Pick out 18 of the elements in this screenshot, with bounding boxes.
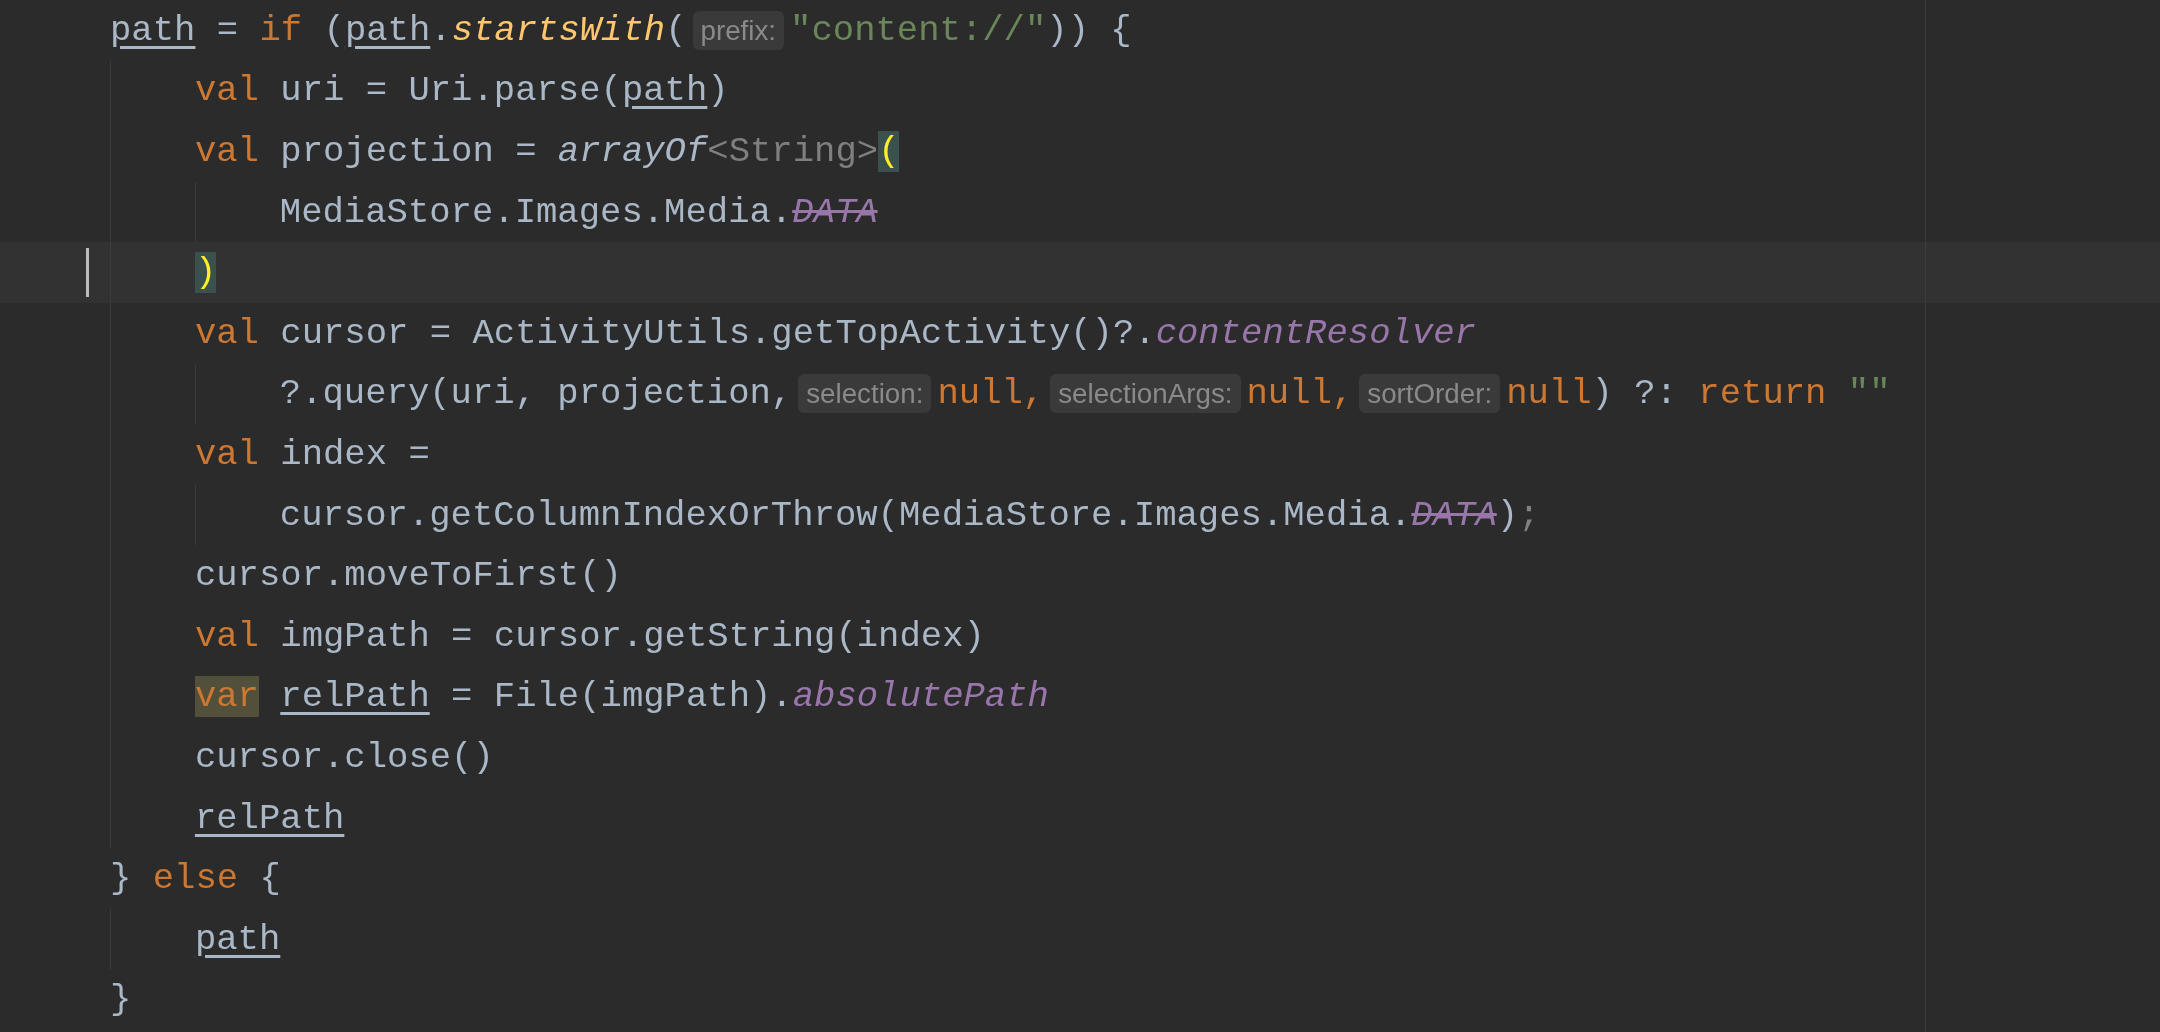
code-line: val index = xyxy=(194,433,430,475)
code-line: } else { xyxy=(110,858,281,900)
code-line: var relPath = File(imgPath).absolutePath xyxy=(194,676,1049,718)
code-line: cursor.close() xyxy=(194,736,494,778)
code-line: relPath xyxy=(194,797,345,839)
code-line: path = if (path.startsWith( prefix: "content://")) { xyxy=(110,9,1132,51)
code-line: ?.query(uri, projection, selection: null, selectionArgs: null, sortOrder: null) ?: return "" xyxy=(279,373,1891,415)
code-line: val imgPath = cursor.getString(index) xyxy=(194,615,985,657)
code-line: val cursor = ActivityUtils.getTopActivity()?.contentResolver xyxy=(194,312,1476,354)
code-line: val projection = arrayOf<String>( xyxy=(194,131,900,172)
code-line: val uri = Uri.parse(path) xyxy=(194,70,729,112)
code-editor[interactable] xyxy=(0,0,2160,1032)
code-line: path xyxy=(194,918,281,960)
code-line: } xyxy=(110,979,132,1021)
code-line: cursor.moveToFirst() xyxy=(194,555,622,597)
code-line: cursor.getColumnIndexOrThrow(MediaStore.Images.Media.DATA); xyxy=(279,494,1540,536)
code-line: MediaStore.Images.Media.DATA xyxy=(279,191,878,233)
text-caret xyxy=(86,248,89,297)
